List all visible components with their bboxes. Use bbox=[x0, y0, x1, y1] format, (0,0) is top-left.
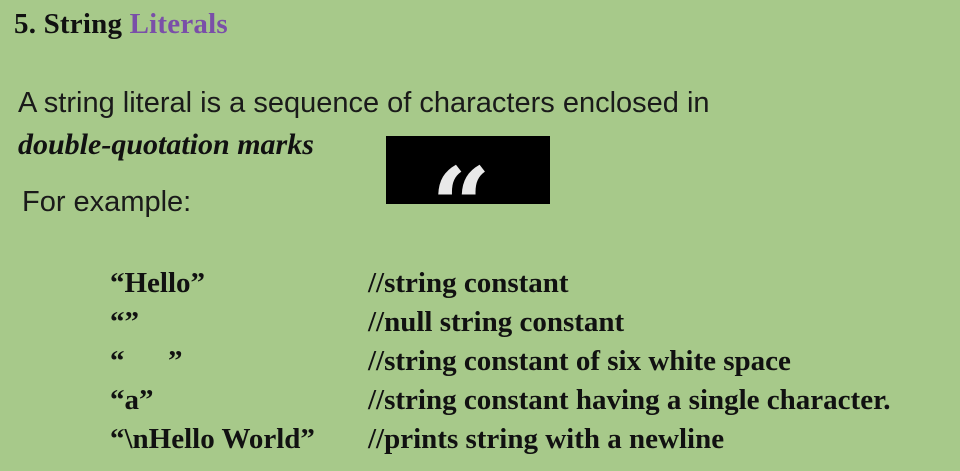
quotation-marks-image: “ ” bbox=[386, 136, 550, 204]
example-comment: //null string constant bbox=[368, 306, 625, 338]
example-comment: //prints string with a newline bbox=[368, 423, 725, 455]
example-literal: “Hello” bbox=[110, 267, 206, 299]
definition-text: A string literal is a sequence of charac… bbox=[18, 87, 710, 119]
example-row: “Hello” //string constant bbox=[110, 267, 891, 306]
example-label: For example: bbox=[22, 186, 192, 218]
examples-list: “Hello” //string constant “” //null stri… bbox=[110, 267, 891, 462]
example-literal: “\nHello World” bbox=[110, 423, 315, 455]
example-row: “ ” //string constant of six white space bbox=[110, 345, 891, 384]
example-literal: “” bbox=[110, 306, 139, 338]
emphasis-text: double-quotation marks bbox=[18, 128, 314, 161]
example-comment: //string constant having a single charac… bbox=[368, 384, 891, 416]
example-row: “” //null string constant bbox=[110, 306, 891, 345]
example-row: “a” //string constant having a single ch… bbox=[110, 384, 891, 423]
slide-title: 5. String Literals bbox=[14, 8, 228, 41]
example-literal: “a” bbox=[110, 384, 154, 416]
example-comment: //string constant of six white space bbox=[368, 345, 791, 377]
example-literal: “ ” bbox=[110, 345, 183, 377]
example-comment: //string constant bbox=[368, 267, 569, 299]
slide-title-accent: Literals bbox=[129, 8, 228, 40]
slide-title-prefix: 5. String bbox=[14, 8, 130, 40]
example-row: “\nHello World” //prints string with a n… bbox=[110, 423, 891, 462]
